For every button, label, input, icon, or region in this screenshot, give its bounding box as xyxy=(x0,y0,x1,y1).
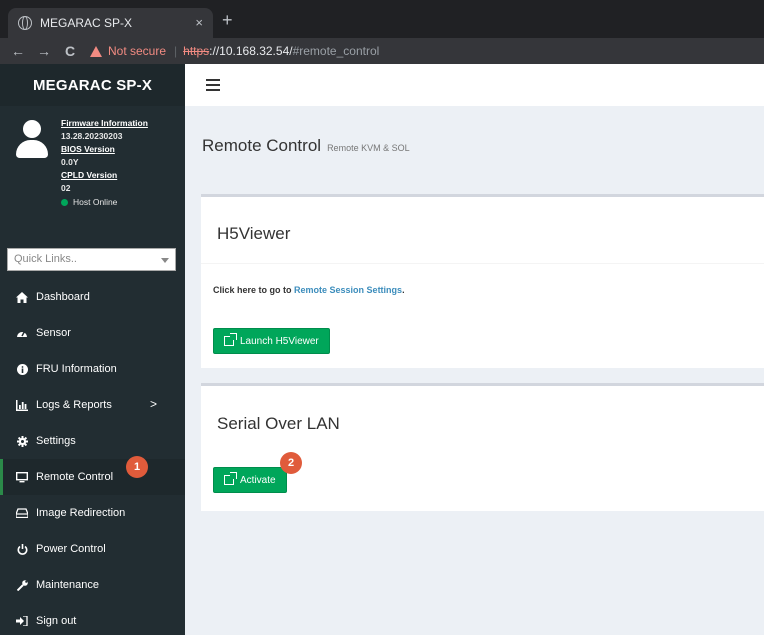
sidebar-menu: Dashboard Sensor FRU Information Logs & … xyxy=(0,279,185,635)
sidebar-item-dashboard[interactable]: Dashboard xyxy=(0,279,185,315)
external-link-icon xyxy=(224,333,237,346)
remote-session-prefix: Click here to go to xyxy=(213,285,292,295)
sidebar-item-fru-information[interactable]: FRU Information xyxy=(0,351,185,387)
remote-session-suffix: . xyxy=(402,285,405,295)
serial-over-lan-title: Serial Over LAN xyxy=(217,414,340,433)
h5viewer-panel: H5Viewer Click here to go to Remote Sess… xyxy=(201,194,764,368)
sidebar-item-label: Remote Control xyxy=(36,471,114,483)
globe-icon xyxy=(18,16,32,30)
firmware-info: Firmware Information 13.28.20230203 BIOS… xyxy=(61,117,148,209)
gear-icon xyxy=(16,435,28,447)
sidebar-item-logs-reports[interactable]: Logs & Reports > xyxy=(0,387,185,423)
remote-session-settings-link[interactable]: Remote Session Settings xyxy=(294,285,402,295)
info-icon xyxy=(16,363,28,375)
security-label: Not secure xyxy=(108,44,167,58)
serial-over-lan-panel: Serial Over LAN Activate 2 xyxy=(201,383,764,511)
sidebar-item-label: Dashboard xyxy=(36,291,90,303)
remote-session-text: Click here to go to Remote Session Setti… xyxy=(213,285,405,295)
browser-tab-bar: MEGARAC SP-X × + xyxy=(0,0,764,38)
main-header xyxy=(185,64,764,106)
address-bar: ← → C Not secure | https://10.168.32.54/… xyxy=(0,38,764,64)
launch-h5viewer-label: Launch H5Viewer xyxy=(240,335,319,347)
firmware-info-link[interactable]: Firmware Information xyxy=(61,117,148,130)
forward-button[interactable]: → xyxy=(36,43,52,59)
activate-label: Activate xyxy=(240,474,276,486)
sidebar-item-sensor[interactable]: Sensor xyxy=(0,315,185,351)
sidebar-item-power-control[interactable]: Power Control xyxy=(0,531,185,567)
drive-icon xyxy=(16,507,28,519)
bios-version-link[interactable]: BIOS Version xyxy=(61,143,148,156)
chevron-right-icon: > xyxy=(149,397,157,411)
launch-h5viewer-button[interactable]: Launch H5Viewer xyxy=(213,328,330,354)
menu-toggle-icon[interactable] xyxy=(206,79,220,91)
page-title: Remote Control Remote KVM & SOL xyxy=(202,136,410,156)
sidebar-item-label: Maintenance xyxy=(36,579,99,591)
tab-title: MEGARAC SP-X xyxy=(40,16,133,30)
url-scheme: https xyxy=(183,44,210,58)
url-separator: | xyxy=(174,44,178,58)
power-icon xyxy=(16,543,28,555)
host-status: Host Online xyxy=(61,196,148,209)
sidebar-item-label: Sign out xyxy=(36,615,77,627)
quick-links-select[interactable]: Quick Links.. xyxy=(7,248,176,271)
monitor-icon xyxy=(16,471,28,483)
user-panel: Firmware Information 13.28.20230203 BIOS… xyxy=(0,106,185,236)
browser-tab[interactable]: MEGARAC SP-X × xyxy=(8,8,213,38)
sidebar-item-sign-out[interactable]: Sign out xyxy=(0,603,185,635)
security-indicator[interactable]: Not secure | xyxy=(90,44,183,58)
sidebar-item-label: Settings xyxy=(36,435,76,447)
firmware-version: 13.28.20230203 xyxy=(61,131,123,141)
url-host: ://10.168.32.54/ xyxy=(209,44,293,58)
activate-button[interactable]: Activate xyxy=(213,467,287,493)
home-icon xyxy=(16,291,28,303)
external-link-icon xyxy=(224,472,237,485)
bios-version: 0.0Y xyxy=(61,157,79,167)
sidebar-item-label: Logs & Reports xyxy=(36,399,112,411)
reload-button[interactable]: C xyxy=(62,43,78,59)
host-status-label: Host Online xyxy=(73,197,118,207)
back-button[interactable]: ← xyxy=(10,43,26,59)
chevron-down-icon xyxy=(161,258,169,263)
page-subtitle: Remote KVM & SOL xyxy=(327,143,410,153)
bar-chart-icon xyxy=(16,399,28,411)
cpld-version-link[interactable]: CPLD Version xyxy=(61,169,148,182)
cpld-version: 02 xyxy=(61,183,71,193)
sidebar-item-maintenance[interactable]: Maintenance xyxy=(0,567,185,603)
warning-icon xyxy=(90,45,102,57)
sidebar-item-remote-control[interactable]: Remote Control 1 xyxy=(0,456,185,495)
sidebar-item-label: Sensor xyxy=(36,327,71,339)
sidebar-item-label: Image Redirection xyxy=(36,507,126,519)
sidebar-item-label: FRU Information xyxy=(36,363,117,375)
panel-divider xyxy=(201,263,764,264)
sidebar-item-settings[interactable]: Settings xyxy=(0,423,185,459)
step-2-badge: 2 xyxy=(280,452,302,474)
wrench-icon xyxy=(16,579,28,591)
close-tab-icon[interactable]: × xyxy=(195,15,203,30)
user-avatar-icon xyxy=(16,120,48,160)
tachometer-icon xyxy=(16,327,28,339)
sidebar-item-label: Power Control xyxy=(36,543,106,555)
main-content: Remote Control Remote KVM & SOL H5Viewer … xyxy=(185,106,764,635)
step-1-badge: 1 xyxy=(126,456,148,478)
page-title-text: Remote Control xyxy=(202,136,322,155)
status-dot-icon xyxy=(61,199,68,206)
quick-links-placeholder: Quick Links.. xyxy=(14,253,77,265)
url-field[interactable]: https://10.168.32.54/#remote_control xyxy=(183,44,379,58)
sidebar-item-image-redirection[interactable]: Image Redirection xyxy=(0,495,185,531)
sign-out-icon xyxy=(16,615,28,627)
h5viewer-title: H5Viewer xyxy=(217,224,291,243)
url-path: #remote_control xyxy=(292,44,380,58)
sidebar: MEGARAC SP-X Firmware Information 13.28.… xyxy=(0,64,185,635)
brand-title[interactable]: MEGARAC SP-X xyxy=(0,64,185,106)
new-tab-button[interactable]: + xyxy=(222,10,233,31)
